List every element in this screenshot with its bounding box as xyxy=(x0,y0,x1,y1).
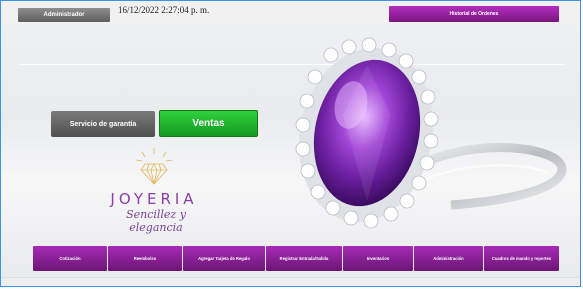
warranty-service-button[interactable]: Servicio de garantía xyxy=(51,111,155,137)
order-history-label: Historial de Ordenes xyxy=(449,11,499,17)
nav-quote-button[interactable]: Cotización xyxy=(33,246,107,271)
nav-dashboards-reports-button[interactable]: Cuadros de mando y reportes xyxy=(484,246,559,271)
nav-check-in-out-label: Registrar Entrada/Salida xyxy=(279,256,329,261)
nav-gift-card-button[interactable]: Agregar Tarjeta de Regalo xyxy=(183,246,265,271)
nav-dashboards-reports-label: Cuadros de mando y reportes xyxy=(491,256,552,261)
order-history-button[interactable]: Historial de Ordenes xyxy=(389,6,559,22)
nav-refund-button[interactable]: Reembolso xyxy=(108,246,182,271)
app-window: Administrador 16/12/2022 2:27:04 p. m. H… xyxy=(0,0,581,287)
nav-quote-label: Cotización xyxy=(59,256,81,261)
datetime-display: 16/12/2022 2:27:04 p. m. xyxy=(118,5,210,15)
nav-administration-button[interactable]: Administración xyxy=(414,246,483,271)
nav-check-in-out-button[interactable]: Registrar Entrada/Salida xyxy=(266,246,342,271)
warranty-service-label: Servicio de garantía xyxy=(69,120,137,128)
hero-background: Servicio de garantía Ventas JOYERIA Senc… xyxy=(1,25,580,286)
nav-administration-label: Administración xyxy=(433,256,464,261)
bottom-nav: Cotización Reembolso Agregar Tarjeta de … xyxy=(33,246,559,271)
footer-strip xyxy=(1,277,580,286)
nav-gift-card-label: Agregar Tarjeta de Regalo xyxy=(198,256,250,261)
nav-inventory-label: Inventarios xyxy=(366,256,390,261)
nav-inventory-button[interactable]: Inventarios xyxy=(343,246,413,271)
sales-label: Ventas xyxy=(192,118,225,129)
diamond-logo-icon xyxy=(135,148,173,185)
brand-tagline: Sencillez y elegancia xyxy=(126,208,186,234)
top-bar: Administrador 16/12/2022 2:27:04 p. m. H… xyxy=(1,1,580,26)
user-button-label: Administrador xyxy=(43,12,85,18)
brand-title: JOYERIA xyxy=(110,190,198,208)
nav-refund-label: Reembolso xyxy=(133,256,157,261)
user-button[interactable]: Administrador xyxy=(18,8,110,22)
sales-button[interactable]: Ventas xyxy=(159,110,258,137)
